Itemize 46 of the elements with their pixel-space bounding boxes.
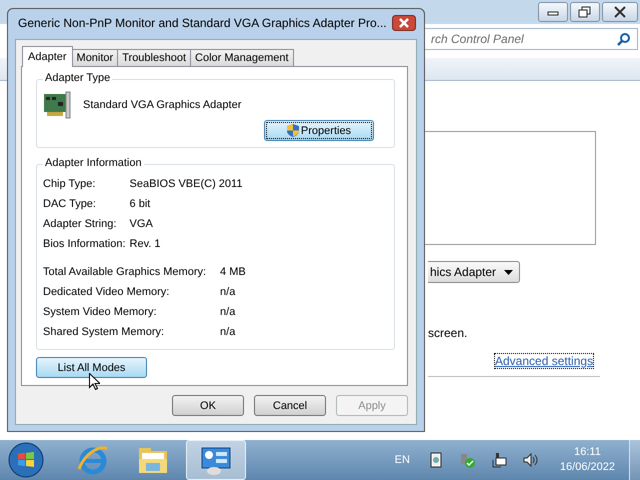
power-check-icon[interactable] [458,452,475,468]
memory-value: n/a [220,285,236,299]
dialog-button[interactable]: Cancel [254,395,326,416]
memory-value: n/a [220,305,236,319]
adapter-name: Standard VGA Graphics Adapter [83,99,242,111]
memory-value: 4 MB [220,265,247,279]
info-value: VGA [130,217,154,231]
info-label: Bios Information: [43,237,126,251]
graphics-card-icon [43,90,73,120]
info-value: 6 bit [130,197,152,211]
tab[interactable]: Adapter [22,46,73,67]
description-text: screen. [428,326,468,340]
group-heading: Adapter Type [43,72,112,84]
memory-label: Total Available Graphics Memory: [43,265,206,279]
minimize-icon[interactable] [538,2,568,22]
shield-icon [286,124,299,137]
info-value: Rev. 1 [130,237,162,251]
memory-label: Shared System Memory: [43,325,166,339]
info-value: SeaBIOS VBE(C) 2011 [130,177,244,191]
memory-label: Dedicated Video Memory: [43,285,170,299]
network-icon[interactable] [490,452,507,468]
search-input[interactable]: rch Control Panel [305,31,617,47]
tab[interactable]: Monitor [72,49,118,66]
memory-label: System Video Memory: [43,305,158,319]
volume-icon[interactable] [522,452,539,468]
dropdown-arrow-icon [504,270,514,274]
close-icon[interactable] [602,2,638,22]
info-label: DAC Type: [43,197,97,211]
document-icon[interactable] [428,452,443,468]
dialog-button[interactable]: OK [172,395,244,416]
tab[interactable]: Troubleshoot [117,49,192,66]
info-label: Chip Type: [43,177,96,191]
display-dropdown[interactable]: hics Adapter [428,261,520,283]
search-icon [617,32,631,46]
group-heading: Adapter Information [43,157,144,169]
close-icon[interactable] [392,15,416,31]
control-panel-icon[interactable] [186,440,246,480]
window-title: Generic Non-PnP Monitor and Standard VGA Graphics Adapter Pro... [18,16,387,30]
start-button-icon[interactable] [8,442,44,478]
advanced-settings-link[interactable]: Advanced settings [495,354,594,368]
restore-icon[interactable] [570,2,600,22]
properties-button[interactable]: Properties [264,120,374,141]
list-all-modes-button[interactable]: List All Modes [36,357,147,378]
tab[interactable]: Color Management [190,49,294,66]
memory-value: n/a [220,325,236,339]
info-label: Adapter String: [43,217,118,231]
